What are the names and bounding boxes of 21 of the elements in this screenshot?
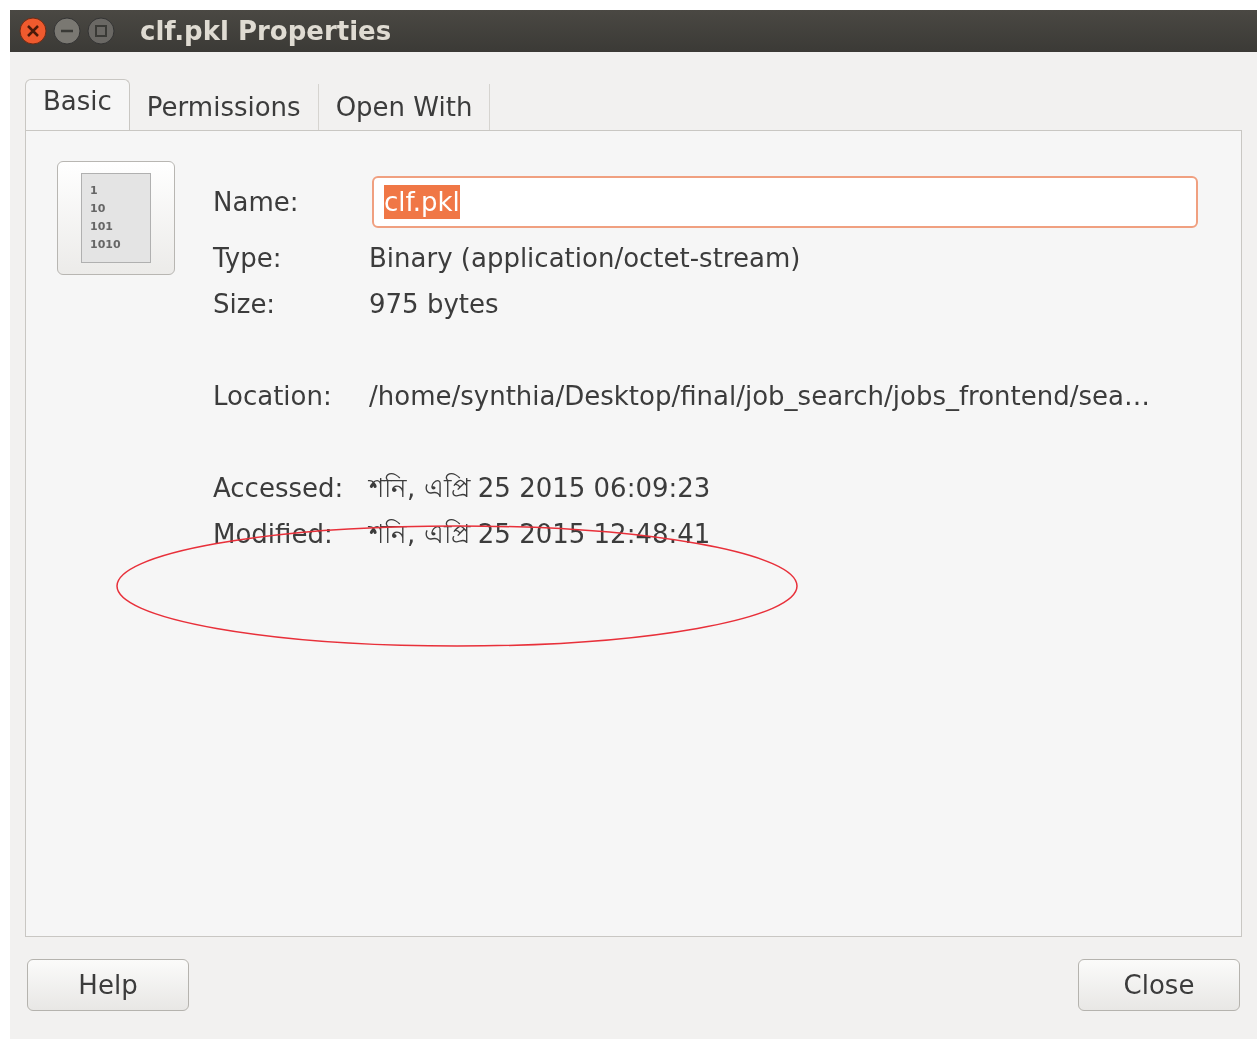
icon-digits: 101 bbox=[90, 219, 114, 235]
dialog-button[interactable]: Help bbox=[27, 959, 189, 1011]
field-label: Size: bbox=[213, 287, 277, 321]
tab[interactable]: Basic bbox=[25, 79, 130, 131]
name-value: clf.pkl bbox=[384, 185, 460, 219]
field-label: Type: bbox=[213, 241, 283, 275]
field-label: Name: bbox=[213, 185, 300, 219]
field-label: Location: bbox=[213, 379, 333, 413]
icon-digits: 1010 bbox=[90, 237, 122, 253]
close-icon[interactable] bbox=[18, 16, 48, 46]
maximize-icon[interactable] bbox=[86, 16, 116, 46]
field-value: Binary (application/octet-stream) bbox=[369, 241, 801, 275]
icon-digits: 1 bbox=[90, 183, 99, 199]
icon-digits: 10 bbox=[90, 201, 107, 217]
window-title: clf.pkl Properties bbox=[140, 14, 392, 48]
field-value: 975 bytes bbox=[369, 287, 499, 321]
field-value: /home/synthia/Desktop/final/job_search/jobs_frontend/sea… bbox=[369, 379, 1150, 413]
field-value: শনি, এপ্রি 25 2015 06:09:23 bbox=[369, 471, 711, 505]
dialog-button[interactable]: Close bbox=[1078, 959, 1240, 1011]
minimize-icon[interactable] bbox=[52, 16, 82, 46]
field-label: Accessed: bbox=[213, 471, 345, 505]
